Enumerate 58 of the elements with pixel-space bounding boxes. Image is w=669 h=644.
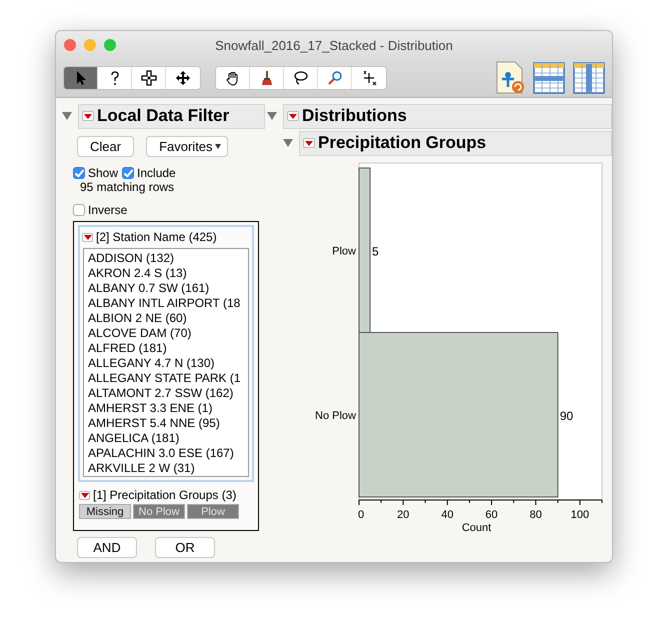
value-label: 5 bbox=[372, 244, 379, 258]
hand-icon bbox=[224, 70, 240, 86]
station-list-item[interactable]: ALLEGANY 4.7 N (130) bbox=[88, 356, 244, 371]
axis-title: Count bbox=[462, 522, 492, 532]
station-list-item[interactable]: AMHERST 3.3 ENE (1) bbox=[88, 401, 244, 416]
station-list-item[interactable]: ALBANY 0.7 SW (161) bbox=[88, 281, 244, 296]
axis-tick-label: 80 bbox=[530, 509, 542, 521]
station-list-item[interactable]: AKRON 2.4 S (13) bbox=[88, 266, 244, 281]
logic-button[interactable]: OR bbox=[155, 537, 215, 558]
axis-tick-label: 0 bbox=[358, 509, 364, 521]
hand-tool-button[interactable] bbox=[216, 67, 250, 89]
logic-button[interactable]: AND bbox=[77, 537, 137, 558]
station-list-item[interactable]: ALBION 2 NE (60) bbox=[88, 311, 244, 326]
station-list-item[interactable]: ALCOVE DAM (70) bbox=[88, 326, 244, 341]
station-list-item[interactable]: ALLEGANY STATE PARK (1 bbox=[88, 371, 244, 386]
filter-title: Local Data Filter bbox=[97, 106, 230, 126]
category-label: No Plow bbox=[315, 410, 356, 422]
popup-menu-icon[interactable] bbox=[79, 490, 90, 500]
crosshair-icon bbox=[140, 70, 156, 86]
inverse-checkbox[interactable]: Inverse bbox=[73, 203, 128, 217]
station-list-item[interactable]: ALBANY INTL AIRPORT (18 bbox=[88, 296, 244, 311]
station-list-item[interactable]: ARKVILLE 2 W (31) bbox=[88, 461, 244, 476]
popup-menu-icon[interactable] bbox=[82, 232, 93, 242]
station-list-item[interactable]: APALACHIN 3.0 ESE (167) bbox=[88, 446, 244, 461]
station-filter-title: [2] Station Name (425) bbox=[96, 230, 217, 244]
table-columns-icon[interactable] bbox=[573, 62, 605, 94]
section-title: Precipitation Groups bbox=[318, 133, 486, 153]
report-title: Distributions bbox=[302, 106, 407, 126]
group-filter-title: [1] Precipitation Groups (3) bbox=[93, 488, 236, 502]
station-list-item[interactable]: ADDISON (132) bbox=[88, 251, 244, 266]
window-title: Snowfall_2016_17_Stacked - Distribution bbox=[214, 38, 454, 52]
favorites-button[interactable]: Favorites bbox=[146, 136, 228, 157]
include-checkbox[interactable]: Include bbox=[122, 166, 176, 180]
axis-tick-label: 100 bbox=[570, 509, 590, 521]
axis-tick-label: 60 bbox=[485, 509, 498, 521]
station-list-item[interactable]: ALTAMONT 2.7 SSW (162) bbox=[88, 386, 244, 401]
scaler-icon bbox=[361, 70, 377, 86]
level-toggle-button[interactable]: Missing bbox=[79, 504, 131, 519]
arrow-tool-button[interactable] bbox=[64, 67, 98, 89]
popup-menu-icon[interactable] bbox=[303, 138, 315, 148]
category-label: Plow bbox=[332, 245, 356, 258]
station-list-item[interactable]: AMHERST 5.4 NNE (95) bbox=[88, 416, 244, 431]
axis-tick-label: 20 bbox=[397, 509, 410, 521]
value-label: 90 bbox=[560, 408, 574, 423]
axis-tick-label: 40 bbox=[441, 509, 454, 521]
station-list-item[interactable]: ALFRED (181) bbox=[88, 341, 244, 356]
lasso-icon bbox=[292, 70, 308, 86]
station-list-item[interactable]: ANGELICA (181) bbox=[88, 431, 244, 446]
show-checkbox[interactable]: Show bbox=[73, 166, 118, 180]
clear-button[interactable]: Clear bbox=[77, 136, 134, 157]
matching-rows-text: 95 matching rows bbox=[79, 180, 176, 194]
move-icon bbox=[175, 70, 191, 86]
table-rows-icon[interactable] bbox=[533, 62, 565, 94]
popup-menu-icon[interactable] bbox=[82, 111, 94, 121]
caret-icon bbox=[214, 144, 221, 149]
magnifier-icon bbox=[326, 70, 342, 86]
document-refresh-icon[interactable] bbox=[495, 61, 525, 95]
popup-menu-icon[interactable] bbox=[287, 111, 299, 121]
